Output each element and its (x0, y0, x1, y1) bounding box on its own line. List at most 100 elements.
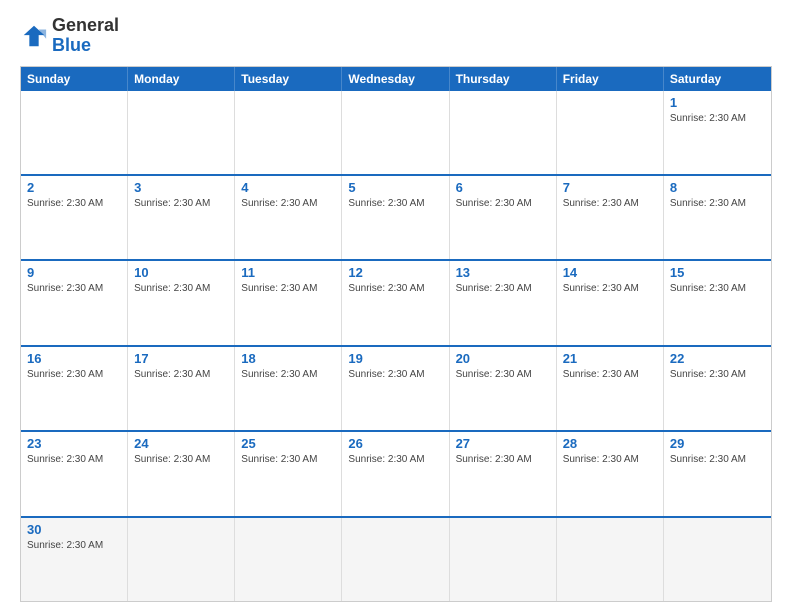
cell-day-number: 23 (27, 436, 121, 451)
cell-sunrise-info: Sunrise: 2:30 AM (456, 454, 532, 465)
cell-day-number: 17 (134, 351, 228, 366)
cell-day-number: 25 (241, 436, 335, 451)
calendar-week-5: 23Sunrise: 2:30 AM24Sunrise: 2:30 AM25Su… (21, 430, 771, 515)
cell-day-number: 3 (134, 180, 228, 195)
cal-cell: 23 Sunrise: 2:30 AM (21, 432, 128, 515)
cal-cell (235, 91, 342, 174)
cell-day-number: 8 (670, 180, 765, 195)
cal-cell: 5 Sunrise: 2:30 AM (342, 176, 449, 259)
cal-cell: 17 Sunrise: 2:30 AM (128, 347, 235, 430)
cal-cell: 4 Sunrise: 2:30 AM (235, 176, 342, 259)
cell-day-number: 6 (456, 180, 550, 195)
cell-day-number: 27 (456, 436, 550, 451)
cell-day-number: 1 (670, 95, 765, 110)
cell-day-number: 12 (348, 265, 442, 280)
cal-cell: 19Sunrise: 2:30 AM (342, 347, 449, 430)
cell-sunrise-info: Sunrise: 2:30 AM (563, 198, 639, 209)
header-friday: Friday (557, 67, 664, 91)
cell-day-number: 28 (563, 436, 657, 451)
page: General Blue Sunday Monday Tuesday Wedne… (0, 0, 792, 612)
cal-cell: 20 Sunrise: 2:30 AM (450, 347, 557, 430)
cal-cell: 13 Sunrise: 2:30 AM (450, 261, 557, 344)
cell-sunrise-info: Sunrise: 2:30 AM (563, 454, 639, 465)
cell-day-number: 21 (563, 351, 657, 366)
cell-sunrise-info: Sunrise: 2:30 AM (670, 454, 746, 465)
calendar-header: Sunday Monday Tuesday Wednesday Thursday… (21, 67, 771, 91)
cell-sunrise-info: Sunrise: 2:30 AM (134, 283, 210, 294)
header-saturday: Saturday (664, 67, 771, 91)
cell-day-number: 29 (670, 436, 765, 451)
cell-sunrise-info: Sunrise: 2:30 AM (456, 198, 532, 209)
cal-cell (128, 518, 235, 601)
cal-cell: 10 Sunrise: 2:30 AM (128, 261, 235, 344)
cal-cell: 30Sunrise: 2:30 AM (21, 518, 128, 601)
cell-sunrise-info: Sunrise: 2:30 AM (241, 198, 317, 209)
cell-day-number: 13 (456, 265, 550, 280)
cal-cell: 22 Sunrise: 2:30 AM (664, 347, 771, 430)
cell-day-number: 9 (27, 265, 121, 280)
cal-cell (235, 518, 342, 601)
cell-day-number: 4 (241, 180, 335, 195)
cell-sunrise-info: Sunrise: 2:30 AM (134, 369, 210, 380)
cal-cell (128, 91, 235, 174)
cal-cell: 28 Sunrise: 2:30 AM (557, 432, 664, 515)
cal-cell: 2Sunrise: 2:30 AM (21, 176, 128, 259)
cal-cell (342, 518, 449, 601)
cal-cell: 27 Sunrise: 2:30 AM (450, 432, 557, 515)
calendar-body: 1Sunrise: 2:30 AM2Sunrise: 2:30 AM3Sunri… (21, 91, 771, 601)
cell-day-number: 7 (563, 180, 657, 195)
cell-sunrise-info: Sunrise: 2:30 AM (670, 198, 746, 209)
cell-day-number: 18 (241, 351, 335, 366)
cell-sunrise-info: Sunrise: 2:30 AM (563, 369, 639, 380)
cal-cell (342, 91, 449, 174)
cell-sunrise-info: Sunrise: 2:30 AM (27, 283, 103, 294)
cell-day-number: 22 (670, 351, 765, 366)
cell-sunrise-info: Sunrise: 2:30 AM (348, 454, 424, 465)
cal-cell: 6 Sunrise: 2:30 AM (450, 176, 557, 259)
cell-day-number: 24 (134, 436, 228, 451)
cell-sunrise-info: Sunrise: 2:30 AM (241, 369, 317, 380)
cell-day-number: 20 (456, 351, 550, 366)
logo: General Blue (20, 16, 119, 56)
cell-sunrise-info: Sunrise: 2:30 AM (563, 283, 639, 294)
header-thursday: Thursday (450, 67, 557, 91)
cell-day-number: 2 (27, 180, 121, 195)
cal-cell: 24 Sunrise: 2:30 AM (128, 432, 235, 515)
cell-sunrise-info: Sunrise: 2:30 AM (456, 283, 532, 294)
cell-day-number: 11 (241, 265, 335, 280)
cal-cell: 1 Sunrise: 2:30 AM (664, 91, 771, 174)
cell-day-number: 26 (348, 436, 442, 451)
cal-cell: 9 Sunrise: 2:30 AM (21, 261, 128, 344)
cell-sunrise-info: Sunrise: 2:30 AM (27, 454, 103, 465)
cal-cell (450, 518, 557, 601)
cell-sunrise-info: Sunrise: 2:30 AM (348, 369, 424, 380)
calendar: Sunday Monday Tuesday Wednesday Thursday… (20, 66, 772, 602)
cal-cell (450, 91, 557, 174)
cal-cell: 25Sunrise: 2:30 AM (235, 432, 342, 515)
cell-day-number: 16 (27, 351, 121, 366)
cell-sunrise-info: Sunrise: 2:30 AM (670, 283, 746, 294)
cell-sunrise-info: Sunrise: 2:30 AM (348, 198, 424, 209)
cal-cell: 21 Sunrise: 2:30 AM (557, 347, 664, 430)
cell-sunrise-info: Sunrise: 2:30 AM (27, 369, 103, 380)
cal-cell: 7 Sunrise: 2:30 AM (557, 176, 664, 259)
header-sunday: Sunday (21, 67, 128, 91)
calendar-week-4: 16 Sunrise: 2:30 AM 17 Sunrise: 2:30 AM 18 Su… (21, 345, 771, 430)
cell-sunrise-info: Sunrise: 2:30 AM (134, 198, 210, 209)
calendar-week-6: 30Sunrise: 2:30 AM (21, 516, 771, 601)
cal-cell: 8 Sunrise: 2:30 AM (664, 176, 771, 259)
header-row: General Blue (20, 16, 772, 56)
cal-cell: 18 Sunrise: 2:30 AM (235, 347, 342, 430)
cal-cell (21, 91, 128, 174)
cal-cell: 14Sunrise: 2:30 AM (557, 261, 664, 344)
cell-sunrise-info: Sunrise: 2:30 AM (456, 369, 532, 380)
cell-day-number: 5 (348, 180, 442, 195)
cell-day-number: 15 (670, 265, 765, 280)
cell-sunrise-info: Sunrise: 2:30 AM (241, 283, 317, 294)
cell-sunrise-info: Sunrise: 2:30 AM (670, 113, 746, 124)
header-wednesday: Wednesday (342, 67, 449, 91)
cal-cell: 26 Sunrise: 2:30 AM (342, 432, 449, 515)
cell-day-number: 10 (134, 265, 228, 280)
cell-sunrise-info: Sunrise: 2:30 AM (670, 369, 746, 380)
cell-sunrise-info: Sunrise: 2:30 AM (134, 454, 210, 465)
